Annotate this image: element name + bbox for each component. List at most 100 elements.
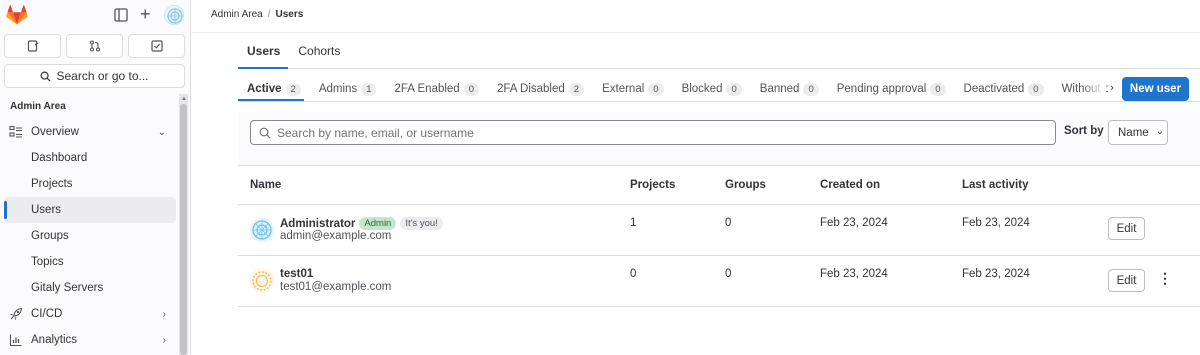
tab-blocked[interactable]: Blocked 0 — [673, 80, 751, 98]
tab-2fa-enabled[interactable]: 2FA Enabled 0 — [385, 80, 488, 98]
column-header-created: Created on — [820, 179, 881, 191]
sidebar-item-dashboard[interactable]: Dashboard — [0, 145, 180, 171]
sidebar-toggle-icon[interactable] — [114, 8, 128, 22]
avatar[interactable] — [250, 218, 274, 242]
chevron-right-icon: › — [162, 334, 166, 346]
tab-label: 2FA Enabled — [394, 83, 460, 95]
column-header-activity: Last activity — [962, 179, 1029, 191]
edit-button[interactable]: Edit — [1108, 269, 1145, 292]
breadcrumb-current[interactable]: Users — [275, 9, 303, 20]
sidebar-item-gitaly-servers[interactable]: Gitaly Servers — [0, 275, 180, 301]
count-badge: 1 — [361, 82, 377, 96]
rocket-icon — [10, 307, 23, 320]
main-content: Admin Area / Users Users Cohorts Active 2 A… — [192, 0, 1200, 355]
tabs-divider — [238, 68, 1200, 69]
sidebar-item-users[interactable]: Users — [4, 197, 176, 223]
sidebar: + Search or go to... Admin Area Overview — [0, 0, 191, 355]
groups-count: 0 — [725, 217, 732, 229]
column-header-name: Name — [250, 179, 282, 191]
tab-label: Admins — [318, 83, 358, 95]
tab-label: Pending approval — [836, 83, 927, 95]
user-name: test01 — [280, 268, 313, 280]
top-tabs: Users Cohorts — [238, 44, 349, 69]
chevron-down-icon: ⌄ — [157, 126, 166, 138]
projects-count: 0 — [630, 268, 637, 280]
projects-count: 1 — [630, 217, 637, 229]
tab-users[interactable]: Users — [238, 44, 289, 69]
search-icon — [40, 71, 51, 82]
todo-icon — [150, 40, 163, 52]
scrollbar-thumb[interactable] — [180, 104, 187, 355]
table-row: Administrator Admin It's you! admin@exam… — [238, 205, 1200, 256]
sort-dropdown[interactable]: Name ⌄ — [1108, 120, 1168, 145]
count-badge: 0 — [1028, 82, 1044, 96]
issues-button[interactable] — [4, 34, 61, 58]
count-badge: 0 — [803, 82, 819, 96]
avatar[interactable] — [250, 269, 274, 293]
sidebar-item-topics[interactable]: Topics — [0, 249, 180, 275]
sidebar-item-groups[interactable]: Groups — [0, 223, 180, 249]
count-badge: 0 — [463, 82, 480, 96]
search-or-go-to-label: Search or go to... — [56, 69, 149, 83]
search-or-go-to-button[interactable]: Search or go to... — [4, 64, 185, 88]
more-actions-icon[interactable]: ⋮ — [1158, 270, 1172, 287]
merge-requests-button[interactable] — [66, 34, 123, 58]
sort-value: Name — [1118, 126, 1149, 139]
search-input[interactable] — [277, 125, 1037, 140]
chevron-right-icon[interactable]: › — [1106, 82, 1118, 94]
sidebar-top: + — [0, 0, 190, 30]
chevron-right-icon: › — [162, 308, 166, 320]
new-user-button[interactable]: New user — [1122, 77, 1189, 101]
gitlab-logo-icon[interactable] — [6, 5, 28, 25]
tab-admins[interactable]: Admins 1 — [310, 80, 386, 98]
breadcrumb-parent[interactable]: Admin Area — [211, 9, 263, 20]
groups-count: 0 — [725, 268, 732, 280]
sidebar-scrollbar[interactable] — [179, 94, 188, 355]
tabs-fade — [1082, 78, 1106, 98]
todos-button[interactable] — [128, 34, 185, 58]
create-new-icon[interactable]: + — [140, 5, 151, 23]
tab-banned[interactable]: Banned 0 — [751, 80, 828, 98]
tab-deactivated[interactable]: Deactivated 0 — [955, 80, 1053, 98]
scroll-up-icon[interactable]: ▲ — [181, 96, 187, 102]
created-date: Feb 23, 2024 — [820, 268, 888, 280]
sidebar-item-label: Topics — [31, 256, 64, 268]
tab-pending-approval[interactable]: Pending approval 0 — [828, 80, 955, 98]
sidebar-item-label: Groups — [31, 230, 69, 242]
tab-external[interactable]: External 0 — [593, 80, 672, 98]
chevron-down-icon: ⌄ — [1155, 125, 1165, 137]
breadcrumb: Admin Area / Users — [211, 9, 303, 20]
count-badge: 2 — [285, 82, 301, 96]
tabs-divider — [238, 101, 1200, 102]
sidebar-item-label: Dashboard — [31, 152, 88, 164]
count-badge: 2 — [568, 82, 585, 96]
tab-2fa-disabled[interactable]: 2FA Disabled 2 — [488, 80, 593, 98]
sidebar-item-analytics[interactable]: Analytics › — [0, 327, 180, 353]
user-name-link[interactable]: test01 — [280, 268, 313, 280]
last-activity-date: Feb 23, 2024 — [962, 268, 1030, 280]
tab-active[interactable]: Active 2 — [238, 80, 310, 98]
search-box[interactable] — [250, 120, 1056, 145]
tab-label: External — [602, 83, 645, 95]
sidebar-nav: Overview ⌄ Dashboard Projects Users Grou… — [0, 119, 180, 353]
tab-label: Active — [247, 83, 282, 95]
count-badge: 0 — [726, 82, 742, 96]
user-avatar[interactable] — [164, 5, 184, 25]
merge-request-icon — [89, 40, 100, 52]
sidebar-item-overview[interactable]: Overview ⌄ — [0, 119, 180, 145]
sidebar-item-ci-cd[interactable]: CI/CD › — [0, 301, 180, 327]
user-name-link[interactable]: Administrator — [280, 218, 355, 230]
last-activity-date: Feb 23, 2024 — [962, 217, 1030, 229]
user-email: test01@example.com — [280, 281, 392, 293]
tab-cohorts[interactable]: Cohorts — [289, 44, 349, 69]
count-badge: 0 — [930, 82, 946, 96]
user-email: admin@example.com — [280, 230, 392, 242]
sidebar-item-label: Projects — [31, 178, 73, 190]
sidebar-item-projects[interactable]: Projects — [0, 171, 180, 197]
sidebar-section-title: Admin Area — [10, 101, 66, 112]
breadcrumb-separator: / — [267, 9, 271, 20]
count-badge: 0 — [648, 82, 664, 96]
table-row: test01 test01@example.com 0 0 Feb 23, 20… — [238, 256, 1200, 307]
edit-button[interactable]: Edit — [1108, 217, 1145, 240]
filter-bar: Sort by Name ⌄ — [238, 112, 1200, 166]
